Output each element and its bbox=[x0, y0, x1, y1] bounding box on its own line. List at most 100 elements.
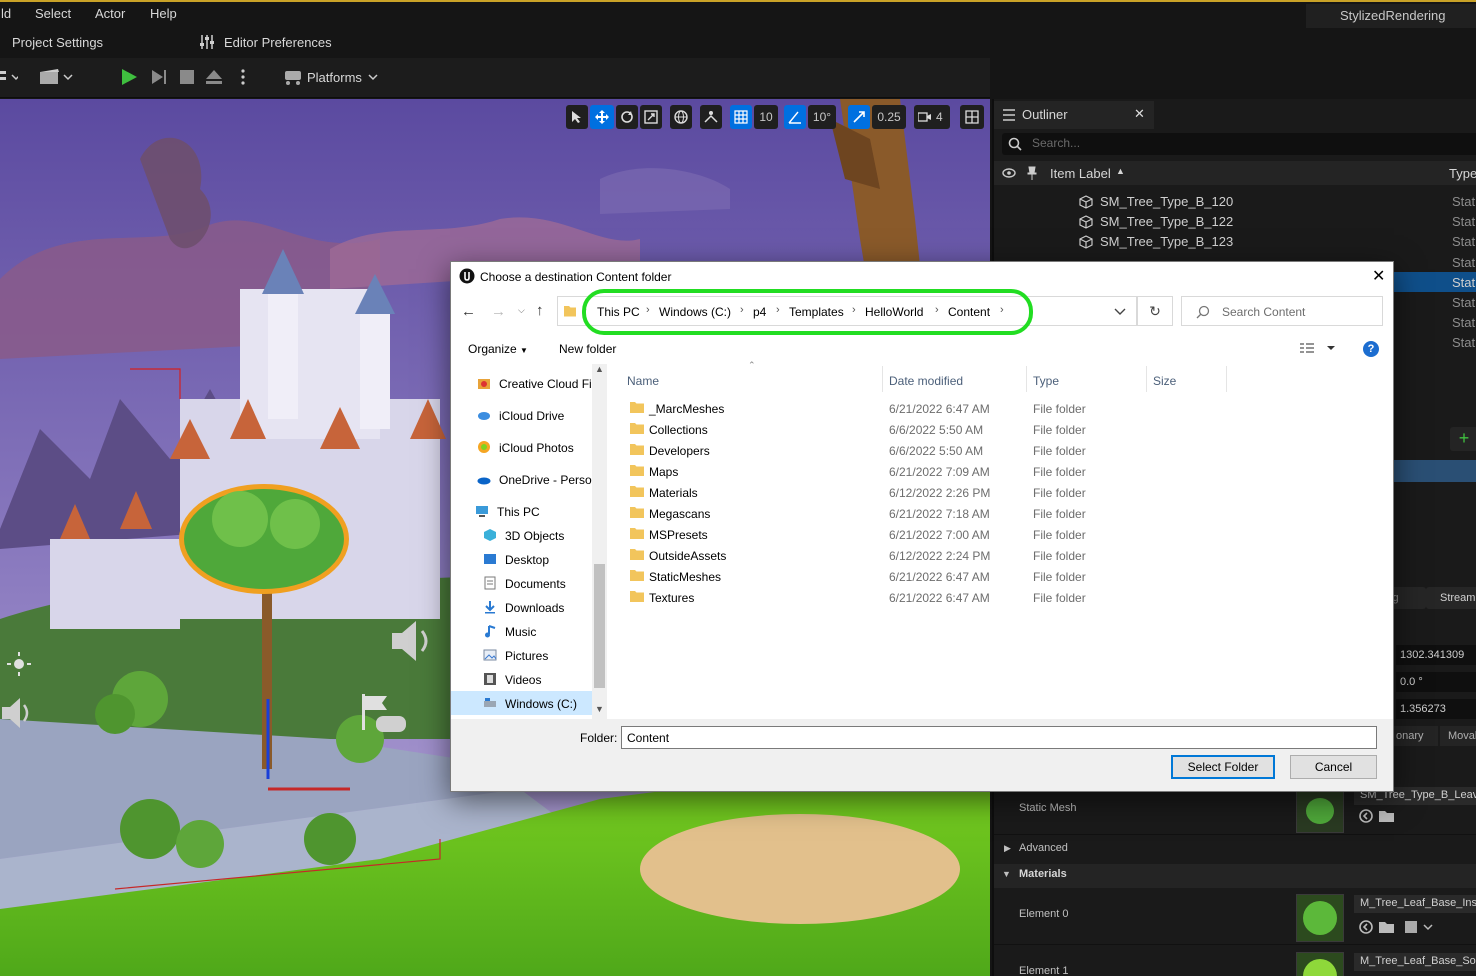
file-row[interactable]: _MarcMeshes 6/21/2022 6:47 AM File folder bbox=[622, 398, 1222, 419]
tab-outliner[interactable]: Outliner ✕ bbox=[994, 101, 1154, 129]
browse-back-icon[interactable] bbox=[1358, 919, 1374, 935]
menu-item-select[interactable]: Select bbox=[35, 6, 71, 21]
static-mesh-thumbnail[interactable] bbox=[1296, 791, 1344, 833]
more-options-icon[interactable] bbox=[234, 68, 252, 86]
file-row[interactable]: Textures 6/21/2022 6:47 AM File folder bbox=[622, 587, 1222, 608]
column-header-size[interactable]: Size bbox=[1153, 374, 1176, 388]
menu-item-actor[interactable]: Actor bbox=[95, 6, 125, 21]
editor-preferences-link[interactable]: Editor Preferences bbox=[224, 35, 332, 50]
file-row[interactable]: Developers 6/6/2022 5:50 AM File folder bbox=[622, 440, 1222, 461]
texture-options-icon[interactable] bbox=[1404, 919, 1434, 935]
close-icon[interactable]: ✕ bbox=[1134, 106, 1145, 122]
address-dropdown-icon[interactable] bbox=[1114, 308, 1126, 316]
column-header-name[interactable]: Name bbox=[627, 374, 659, 388]
streaming-tab[interactable]: Stream bbox=[1426, 587, 1476, 609]
file-date: 6/21/2022 7:00 AM bbox=[889, 528, 990, 542]
folder-search-icon[interactable] bbox=[1378, 919, 1396, 935]
transform-field[interactable]: 1302.341309 bbox=[1396, 645, 1476, 665]
stop-icon[interactable] bbox=[178, 68, 196, 86]
file-row[interactable]: MSPresets 6/21/2022 7:00 AM File folder bbox=[622, 524, 1222, 545]
scrollbar-thumb[interactable] bbox=[594, 564, 605, 688]
transform-field[interactable]: 1.356273 bbox=[1396, 699, 1476, 719]
column-header-date[interactable]: Date modified bbox=[889, 374, 963, 388]
cancel-button[interactable]: Cancel bbox=[1290, 755, 1377, 779]
play-icon[interactable] bbox=[120, 68, 138, 86]
forward-arrow-icon[interactable]: → bbox=[491, 303, 506, 320]
mobility-stationary[interactable]: onary bbox=[1394, 726, 1438, 746]
file-date: 6/12/2022 2:26 PM bbox=[889, 486, 991, 500]
back-arrow-icon[interactable]: ← bbox=[461, 303, 476, 320]
outliner-row[interactable]: SM_Tree_Type_B_122 Stati bbox=[994, 212, 1476, 232]
select-mode-button[interactable] bbox=[566, 105, 588, 129]
scroll-down-icon[interactable]: ▼ bbox=[595, 704, 604, 714]
file-row[interactable]: Collections 6/6/2022 5:50 AM File folder bbox=[622, 419, 1222, 440]
angle-snap-toggle[interactable] bbox=[784, 105, 806, 129]
scale-snap-value[interactable]: 0.25 bbox=[872, 105, 906, 129]
outliner-row[interactable]: SM_Tree_Type_B_123 Stati bbox=[994, 232, 1476, 252]
element-0-label: Element 0 bbox=[1019, 908, 1069, 920]
column-header-type[interactable]: Type bbox=[1033, 374, 1059, 388]
organize-button[interactable]: Organize ▼ bbox=[468, 342, 528, 356]
eye-icon[interactable] bbox=[1002, 167, 1016, 179]
folder-icon bbox=[630, 423, 644, 434]
scroll-up-icon[interactable]: ▲ bbox=[595, 364, 604, 374]
search-content-input[interactable]: Search Content bbox=[1181, 296, 1383, 326]
recent-locations-icon[interactable]: ⌵ bbox=[518, 305, 525, 316]
camera-speed-button[interactable]: 4 bbox=[914, 105, 950, 129]
navigation-scrollbar[interactable]: ▲ ▼ bbox=[592, 364, 607, 719]
add-component-button[interactable]: + bbox=[1450, 427, 1476, 451]
file-row[interactable]: Materials 6/12/2022 2:26 PM File folder bbox=[622, 482, 1222, 503]
view-options-icon[interactable] bbox=[1299, 342, 1339, 356]
file-row[interactable]: StaticMeshes 6/21/2022 6:47 AM File folder bbox=[622, 566, 1222, 587]
material-thumbnail[interactable] bbox=[1296, 894, 1344, 942]
scale-snap-toggle[interactable] bbox=[848, 105, 870, 129]
pin-icon[interactable] bbox=[1027, 166, 1037, 180]
select-folder-button[interactable]: Select Folder bbox=[1171, 755, 1275, 779]
grid-snap-toggle[interactable] bbox=[730, 105, 752, 129]
scale-mode-button[interactable] bbox=[640, 105, 662, 129]
column-item-label[interactable]: Item Label bbox=[1050, 166, 1111, 181]
up-arrow-icon[interactable]: ↑ bbox=[536, 302, 544, 319]
folder-input[interactable]: Content bbox=[621, 726, 1377, 749]
layout-button[interactable] bbox=[960, 105, 984, 129]
rotate-mode-button[interactable] bbox=[616, 105, 638, 129]
cinematics-icon[interactable] bbox=[40, 68, 76, 86]
light-icon bbox=[7, 652, 31, 676]
surface-snap-button[interactable] bbox=[700, 105, 722, 129]
modes-icon[interactable] bbox=[0, 68, 18, 86]
material-thumbnail[interactable] bbox=[1296, 952, 1344, 976]
selected-component-row[interactable] bbox=[1394, 460, 1476, 482]
advance-frame-icon[interactable] bbox=[150, 68, 168, 86]
grid-snap-value[interactable]: 10 bbox=[754, 105, 778, 129]
file-row[interactable]: OutsideAssets 6/12/2022 2:24 PM File folde… bbox=[622, 545, 1222, 566]
materials-section-header[interactable]: ▼ Materials bbox=[994, 864, 1476, 888]
camera-icon bbox=[918, 112, 931, 122]
mobility-movable[interactable]: Moval bbox=[1440, 726, 1476, 746]
folder-search-icon[interactable] bbox=[1378, 808, 1396, 824]
browse-back-icon[interactable] bbox=[1358, 808, 1374, 824]
file-row[interactable]: Maps 6/21/2022 7:09 AM File folder bbox=[622, 461, 1222, 482]
refresh-button[interactable]: ↻ bbox=[1137, 296, 1173, 326]
material-picker[interactable]: M_Tree_Leaf_Base_So bbox=[1354, 953, 1476, 971]
grid-icon bbox=[734, 110, 748, 124]
angle-snap-value[interactable]: 10° bbox=[808, 105, 836, 129]
file-row[interactable]: Megascans 6/21/2022 7:18 AM File folder bbox=[622, 503, 1222, 524]
eject-icon[interactable] bbox=[205, 68, 223, 86]
close-icon[interactable]: ✕ bbox=[1372, 266, 1385, 286]
outliner-row[interactable]: SM_Tree_Type_B_120 Stati bbox=[994, 192, 1476, 212]
new-folder-button[interactable]: New folder bbox=[559, 342, 616, 356]
transform-field[interactable]: 0.0 ° bbox=[1396, 672, 1476, 692]
help-icon[interactable]: ? bbox=[1363, 341, 1379, 357]
menu-item-build[interactable]: ld bbox=[1, 6, 11, 21]
advanced-section[interactable]: ▶ Advanced bbox=[994, 839, 1476, 861]
material-picker[interactable]: M_Tree_Leaf_Base_Ins bbox=[1354, 895, 1476, 913]
world-space-button[interactable] bbox=[670, 105, 692, 129]
organize-label: Organize bbox=[468, 342, 517, 356]
column-type[interactable]: Type bbox=[1449, 166, 1476, 181]
menu-item-help[interactable]: Help bbox=[150, 6, 177, 21]
folder-icon bbox=[564, 306, 576, 317]
platforms-button[interactable]: Platforms bbox=[307, 70, 362, 85]
outliner-search-input[interactable]: Search... bbox=[1002, 133, 1476, 155]
translate-mode-button[interactable] bbox=[590, 105, 614, 129]
project-settings-link[interactable]: Project Settings bbox=[12, 35, 103, 50]
